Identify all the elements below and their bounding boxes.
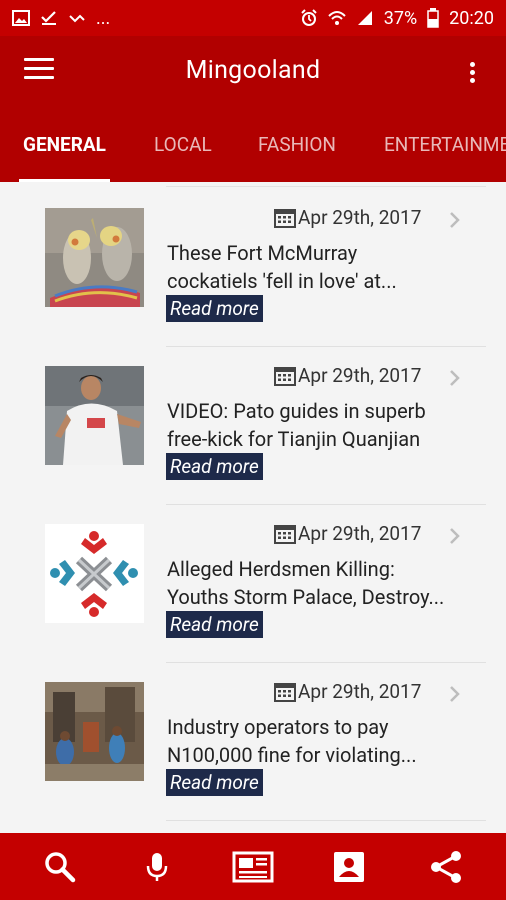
read-more-button[interactable]: Read more <box>166 611 263 638</box>
calendar-icon <box>274 366 296 386</box>
app-bar: Mingooland <box>0 36 506 106</box>
contact-card-icon[interactable] <box>324 842 374 892</box>
calendar-icon <box>274 208 296 228</box>
read-more-button[interactable]: Read more <box>166 295 263 322</box>
news-title-line: cockatiels 'fell in love' at... <box>167 269 397 293</box>
tab-fashion[interactable]: FASHION <box>258 106 336 182</box>
news-date-text: Apr 29th, 2017 <box>298 206 422 229</box>
news-title-line: Youths Storm Palace, Destroy... <box>167 585 445 609</box>
news-thumbnail[interactable] <box>45 366 144 465</box>
status-bar: ... 37% 20:20 <box>0 0 506 36</box>
alarm-icon <box>301 9 317 26</box>
news-title[interactable]: Alleged Herdsmen Killing: Youths Storm P… <box>167 555 467 611</box>
category-tabs: GENERAL LOCAL FASHION ENTERTAINMENT <box>0 106 506 182</box>
image-notification-icon <box>12 10 30 26</box>
chevron-right-icon[interactable] <box>448 684 462 704</box>
news-date: Apr 29th, 2017 <box>274 522 421 545</box>
chevron-right-icon[interactable] <box>448 368 462 388</box>
news-item[interactable]: Apr 29th, 2017 VIDEO: Pato guides in sup… <box>0 340 506 505</box>
news-title[interactable]: These Fort McMurray cockatiels 'fell in … <box>167 239 467 295</box>
news-date-text: Apr 29th, 2017 <box>298 522 422 545</box>
news-date: Apr 29th, 2017 <box>274 364 421 387</box>
news-title-line: Industry operators to pay <box>167 715 389 739</box>
news-thumbnail[interactable] <box>45 208 144 307</box>
news-date: Apr 29th, 2017 <box>274 680 421 703</box>
news-title-line: N100,000 fine for violating... <box>167 743 417 767</box>
tab-general[interactable]: GENERAL <box>19 106 110 182</box>
news-title-line: Alleged Herdsmen Killing: <box>167 557 395 581</box>
read-more-button[interactable]: Read more <box>166 453 263 480</box>
news-date: Apr 29th, 2017 <box>274 206 421 229</box>
read-more-button[interactable]: Read more <box>166 769 263 796</box>
news-item[interactable]: Apr 29th, 2017 These Fort McMurray cocka… <box>0 182 506 347</box>
news-thumbnail[interactable] <box>45 524 144 623</box>
news-title[interactable]: Industry operators to pay N100,000 fine … <box>167 713 467 769</box>
news-item[interactable]: Apr 29th, 2017 Alleged Herdsmen Killing:… <box>0 498 506 663</box>
notification-icons: ... <box>12 8 110 29</box>
missed-call-notification-icon <box>69 14 85 23</box>
battery-percent: 37% <box>383 7 418 29</box>
share-icon[interactable] <box>421 842 471 892</box>
news-title-line: VIDEO: Pato guides in superb <box>167 399 426 423</box>
wifi-icon <box>328 11 346 25</box>
news-feed[interactable]: Apr 29th, 2017 These Fort McMurray cocka… <box>0 182 506 833</box>
calendar-icon <box>274 524 296 544</box>
calendar-icon <box>274 682 296 702</box>
clock: 20:20 <box>449 7 494 29</box>
checklist-notification-icon <box>41 11 56 25</box>
divider <box>166 820 486 821</box>
news-date-text: Apr 29th, 2017 <box>298 364 422 387</box>
microphone-icon[interactable] <box>132 842 182 892</box>
news-title-line: free-kick for Tianjin Quanjian <box>167 427 421 451</box>
more-notifications: ... <box>96 7 111 29</box>
news-title-line: These Fort McMurray <box>167 241 358 265</box>
tab-local[interactable]: LOCAL <box>154 106 212 182</box>
news-date-text: Apr 29th, 2017 <box>298 680 422 703</box>
tab-entertainment[interactable]: ENTERTAINMENT <box>384 106 506 182</box>
newspaper-icon[interactable] <box>228 842 278 892</box>
chevron-right-icon[interactable] <box>448 210 462 230</box>
news-thumbnail[interactable] <box>45 682 144 781</box>
signal-icon <box>357 11 372 25</box>
search-icon[interactable] <box>35 842 85 892</box>
app-title: Mingooland <box>185 56 321 85</box>
system-icons: 37% 20:20 <box>300 8 494 29</box>
chevron-right-icon[interactable] <box>448 526 462 546</box>
overflow-menu-icon[interactable] <box>470 62 476 84</box>
battery-icon <box>427 8 439 28</box>
news-item[interactable]: Apr 29th, 2017 Industry operators to pay… <box>0 656 506 821</box>
bottom-navigation <box>0 833 506 900</box>
news-title[interactable]: VIDEO: Pato guides in superb free-kick f… <box>167 397 467 453</box>
